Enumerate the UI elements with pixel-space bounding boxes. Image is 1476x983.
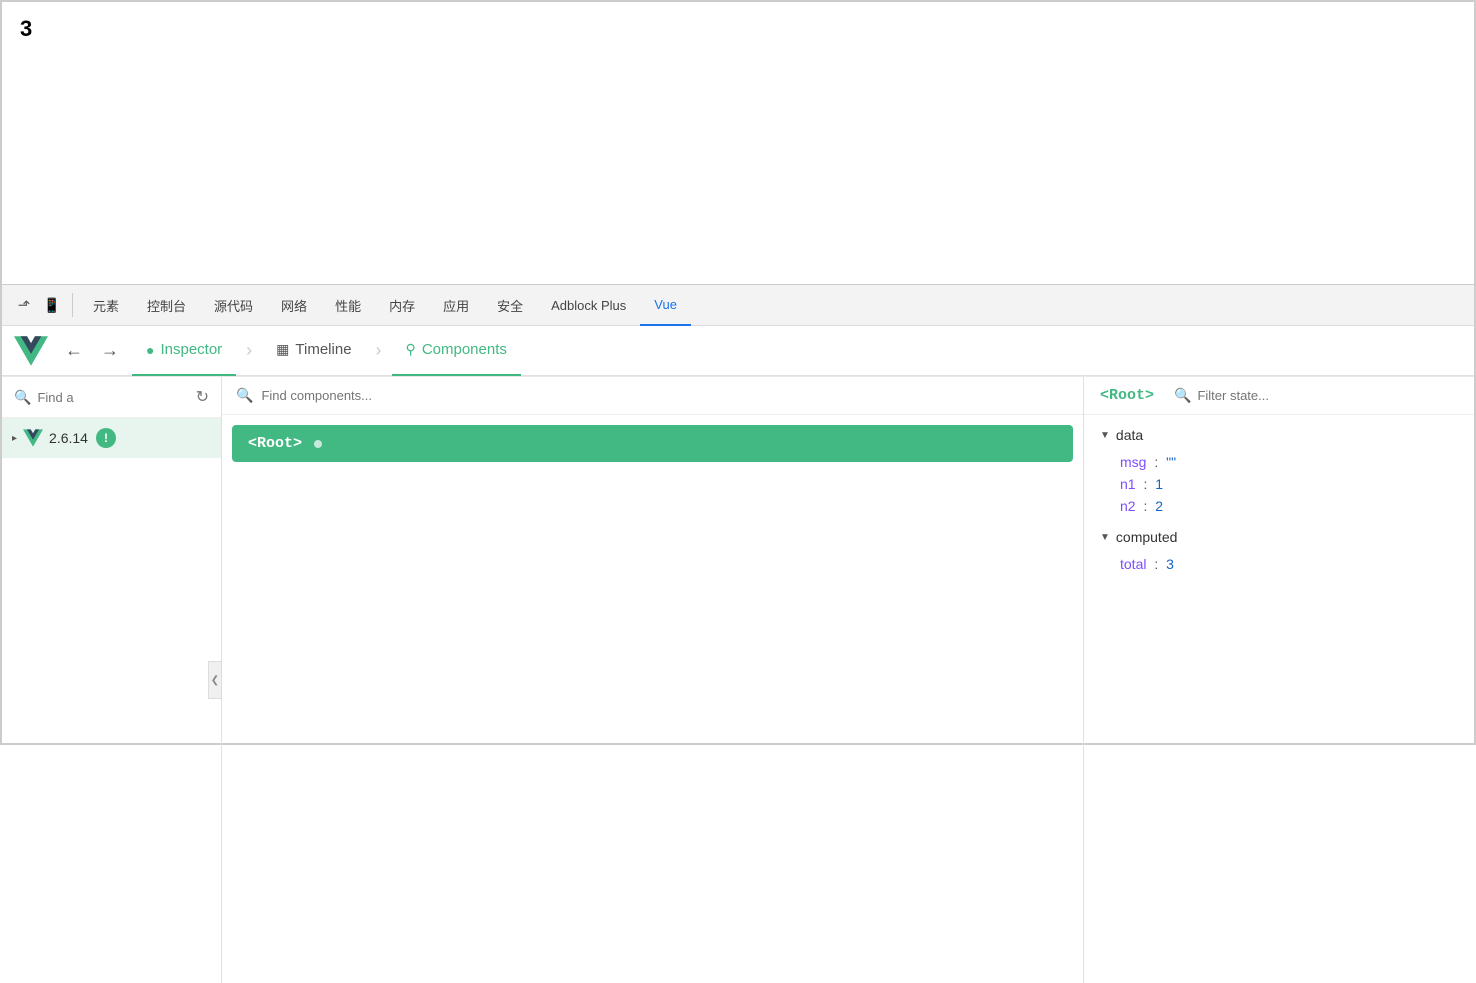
value-msg: "": [1166, 454, 1176, 470]
data-section-label: data: [1116, 427, 1143, 443]
colon-total: :: [1154, 556, 1158, 572]
devtools-tabbar: ⬏ 📱 元素 控制台 源代码 网络 性能 内存 应用 安全 Adblock Pl…: [2, 284, 1474, 326]
root-component-item[interactable]: <Root>: [232, 425, 1073, 462]
component-panel: 🔍 <Root>: [222, 377, 1084, 983]
state-row-msg: msg : "": [1100, 451, 1458, 473]
computed-section-header[interactable]: ▼ computed: [1100, 529, 1458, 545]
tab-separator2: ›: [376, 340, 382, 361]
tab-security[interactable]: 安全: [483, 284, 537, 326]
filter-search-icon: 🔍: [1174, 387, 1191, 404]
search-icon: 🔍: [236, 387, 253, 404]
state-row-n2: n2 : 2: [1100, 495, 1458, 517]
computed-section-label: computed: [1116, 529, 1177, 545]
colon-msg: :: [1154, 454, 1158, 470]
back-button[interactable]: ←: [60, 337, 88, 365]
vue-version-item[interactable]: ▸ 2.6.14 !: [2, 418, 221, 458]
vue-logo: [14, 334, 48, 368]
collapse-arrow2-icon: ▼: [1100, 532, 1110, 543]
vue-mini-logo: [23, 428, 43, 448]
state-row-total: total : 3: [1100, 553, 1458, 575]
data-section-header[interactable]: ▼ data: [1100, 427, 1458, 443]
filter-input[interactable]: [1197, 388, 1373, 403]
top-whitespace: [2, 56, 1474, 284]
colon-n1: :: [1143, 476, 1147, 492]
tab-separator: ›: [246, 340, 252, 361]
key-msg: msg: [1120, 454, 1146, 470]
state-panel-header: <Root> 🔍: [1084, 377, 1474, 415]
page-number: 3: [2, 2, 1474, 56]
tab-elements[interactable]: 元素: [79, 284, 133, 326]
cursor-icon-btn[interactable]: ⬏: [10, 291, 38, 319]
inspector-icon: ●: [146, 342, 154, 358]
sidebar-search-input[interactable]: [37, 390, 117, 405]
warning-badge: !: [96, 428, 116, 448]
tab-performance[interactable]: 性能: [321, 284, 375, 326]
state-tree: ▼ data msg : "" n1 : 1 n2 : 2: [1084, 415, 1474, 983]
state-panel: <Root> 🔍 ▼ data msg : "" n1: [1084, 377, 1474, 983]
main-content: 🔍 ↻ ▸ 2.6.14 ! ❮ 🔍: [2, 376, 1474, 983]
tab-memory[interactable]: 内存: [375, 284, 429, 326]
value-total: 3: [1166, 556, 1174, 572]
component-search-bar: 🔍: [222, 377, 1083, 415]
state-row-n1: n1 : 1: [1100, 473, 1458, 495]
key-n2: n2: [1120, 498, 1136, 514]
component-list: <Root>: [222, 415, 1083, 983]
components-icon: ⚲: [406, 341, 416, 358]
collapse-sidebar-button[interactable]: ❮: [208, 661, 222, 699]
key-total: total: [1120, 556, 1146, 572]
colon-n2: :: [1143, 498, 1147, 514]
tab-application[interactable]: 应用: [429, 284, 483, 326]
value-n1: 1: [1155, 476, 1163, 492]
sidebar-search-bar: 🔍 ↻: [2, 377, 221, 418]
tab-adblock[interactable]: Adblock Plus: [537, 284, 640, 326]
tab-network[interactable]: 网络: [267, 284, 321, 326]
component-name: <Root>: [248, 435, 302, 452]
computed-section: ▼ computed total : 3: [1100, 529, 1458, 575]
collapse-arrow-icon: ▼: [1100, 430, 1110, 441]
tab-vue[interactable]: Vue: [640, 284, 691, 326]
value-n2: 2: [1155, 498, 1163, 514]
tab-components[interactable]: ⚲ Components: [392, 326, 521, 376]
refresh-button[interactable]: ↻: [196, 387, 209, 407]
version-text: 2.6.14: [49, 430, 88, 446]
component-dot: [314, 440, 322, 448]
data-section: ▼ data msg : "" n1 : 1 n2 : 2: [1100, 427, 1458, 517]
tab-inspector[interactable]: ● Inspector: [132, 326, 236, 376]
vue-toolbar: ← → ● Inspector › ▦ Timeline › ⚲ Compone…: [2, 326, 1474, 376]
tab-divider: [72, 293, 73, 317]
component-search-input[interactable]: [261, 388, 1069, 403]
device-icon-btn[interactable]: 📱: [38, 291, 66, 319]
tab-console[interactable]: 控制台: [133, 284, 200, 326]
key-n1: n1: [1120, 476, 1136, 492]
search-icon: 🔍: [14, 389, 31, 406]
chevron-icon: ▸: [12, 433, 17, 444]
timeline-icon: ▦: [276, 341, 289, 358]
tab-timeline[interactable]: ▦ Timeline: [262, 326, 365, 376]
root-label: <Root>: [1100, 387, 1154, 404]
filter-search: 🔍: [1174, 387, 1373, 404]
forward-button[interactable]: →: [96, 337, 124, 365]
tab-sources[interactable]: 源代码: [200, 284, 267, 326]
left-sidebar: 🔍 ↻ ▸ 2.6.14 ! ❮: [2, 377, 222, 983]
